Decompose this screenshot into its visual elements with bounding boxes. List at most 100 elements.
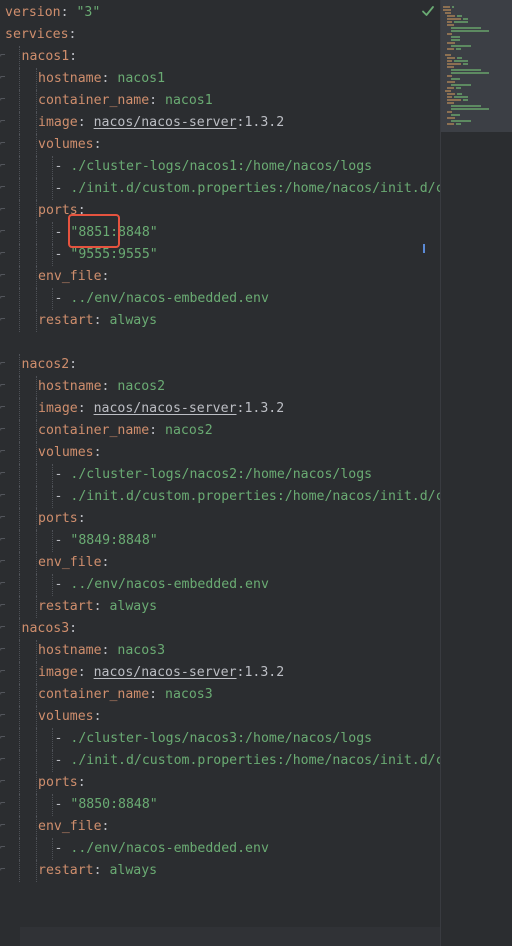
code-line[interactable]: version: "3" (0, 2, 440, 24)
image-link[interactable]: nacos/nacos-server (94, 115, 237, 130)
line-content: container_name: nacos1 (38, 90, 213, 112)
code-line[interactable]: ⌐ restart: always (0, 596, 440, 618)
code-line[interactable]: ⌐ - "8850:8848" (0, 794, 440, 816)
fold-marker-icon[interactable]: ⌐ (0, 514, 6, 523)
minimap-line (447, 93, 455, 95)
line-content: restart: always (38, 860, 157, 882)
minimap-line (452, 6, 455, 8)
fold-marker-icon[interactable]: ⌐ (0, 272, 6, 281)
fold-marker-icon[interactable]: ⌐ (0, 448, 6, 457)
check-icon[interactable] (421, 4, 435, 18)
code-line[interactable]: ⌐ container_name: nacos1 (0, 90, 440, 112)
fold-marker-icon[interactable]: ⌐ (0, 822, 6, 831)
code-line[interactable]: ⌐ - ./init.d/custom.properties:/home/naco… (0, 486, 440, 508)
yaml-key: volumes (38, 445, 94, 460)
horizontal-scrollbar[interactable] (20, 927, 440, 946)
code-line[interactable]: ⌐ image: nacos/nacos-server:1.3.2 (0, 112, 440, 134)
yaml-separator: : (101, 71, 118, 86)
code-area[interactable]: version: "3" services: ⌐ nacos1: ⌐ hostname: … (0, 2, 440, 942)
code-line[interactable]: ⌐ env_file: (0, 816, 440, 838)
yaml-separator: : (68, 27, 77, 42)
code-line[interactable]: ⌐ hostname: nacos1 (0, 68, 440, 90)
code-line[interactable]: services: (0, 24, 440, 46)
fold-marker-icon[interactable]: ⌐ (0, 690, 6, 699)
code-line[interactable]: ⌐ ports: (0, 200, 440, 222)
code-line[interactable]: ⌐ nacos1: (0, 46, 440, 68)
fold-marker-icon[interactable]: ⌐ (0, 844, 6, 853)
minimap[interactable] (440, 0, 512, 946)
code-line[interactable]: ⌐ - ./init.d/custom.properties:/home/naco… (0, 750, 440, 772)
fold-marker-icon[interactable]: ⌐ (0, 426, 6, 435)
yaml-key: nacos1 (21, 49, 70, 64)
code-line[interactable]: ⌐ hostname: nacos3 (0, 640, 440, 662)
fold-marker-icon[interactable]: ⌐ (0, 118, 6, 127)
code-line[interactable]: ⌐ - "8849:8848" (0, 530, 440, 552)
fold-marker-icon[interactable]: ⌐ (0, 624, 6, 633)
fold-marker-icon[interactable]: ⌐ (0, 866, 6, 875)
code-line[interactable]: ⌐ volumes: (0, 706, 440, 728)
code-line[interactable]: ⌐ - ./cluster-logs/nacos1:/home/nacos/log… (0, 156, 440, 178)
yaml-key: ports (38, 511, 78, 526)
line-content: image: nacos/nacos-server:1.3.2 (38, 662, 284, 684)
code-line[interactable]: ⌐ - ../env/nacos-embedded.env (0, 838, 440, 860)
code-line[interactable]: ⌐ ports: (0, 772, 440, 794)
code-line[interactable]: ⌐ env_file: (0, 266, 440, 288)
fold-marker-icon[interactable]: ⌐ (0, 778, 6, 787)
fold-marker-icon[interactable]: ⌐ (0, 580, 6, 589)
code-line[interactable]: ⌐ nacos2: (0, 354, 440, 376)
code-line[interactable]: ⌐ hostname: nacos2 (0, 376, 440, 398)
fold-marker-icon[interactable]: ⌐ (0, 96, 6, 105)
code-line[interactable]: ⌐ ports: (0, 508, 440, 530)
code-line[interactable]: ⌐ image: nacos/nacos-server:1.3.2 (0, 398, 440, 420)
code-line[interactable] (0, 332, 440, 354)
image-link[interactable]: nacos/nacos-server (94, 665, 237, 680)
fold-marker-icon[interactable]: ⌐ (0, 602, 6, 611)
fold-marker-icon[interactable]: ⌐ (0, 382, 6, 391)
fold-marker-icon[interactable]: ⌐ (0, 800, 6, 809)
fold-marker-icon[interactable]: ⌐ (0, 712, 6, 721)
fold-marker-icon[interactable]: ⌐ (0, 228, 6, 237)
code-line[interactable]: ⌐ - "8851:8848" (0, 222, 440, 244)
code-line[interactable]: ⌐ - ../env/nacos-embedded.env (0, 288, 440, 310)
code-line[interactable]: ⌐ - "9555:9555" (0, 244, 440, 266)
fold-marker-icon[interactable]: ⌐ (0, 404, 6, 413)
fold-marker-icon[interactable]: ⌐ (0, 184, 6, 193)
code-line[interactable]: ⌐ env_file: (0, 552, 440, 574)
code-line[interactable]: ⌐ - ./init.d/custom.properties:/home/naco… (0, 178, 440, 200)
yaml-separator: : (93, 313, 110, 328)
code-line[interactable]: ⌐ volumes: (0, 442, 440, 464)
code-line[interactable]: ⌐ container_name: nacos2 (0, 420, 440, 442)
code-line[interactable]: ⌐ container_name: nacos3 (0, 684, 440, 706)
code-line[interactable]: ⌐ - ./cluster-logs/nacos2:/home/nacos/log… (0, 464, 440, 486)
code-line[interactable]: ⌐ - ../env/nacos-embedded.env (0, 574, 440, 596)
code-line[interactable]: ⌐ volumes: (0, 134, 440, 156)
code-line[interactable]: ⌐ image: nacos/nacos-server:1.3.2 (0, 662, 440, 684)
fold-marker-icon[interactable]: ⌐ (0, 668, 6, 677)
fold-marker-icon[interactable]: ⌐ (0, 206, 6, 215)
fold-marker-icon[interactable]: ⌐ (0, 316, 6, 325)
code-editor[interactable]: version: "3" services: ⌐ nacos1: ⌐ hostname: … (0, 0, 512, 946)
fold-marker-icon[interactable]: ⌐ (0, 52, 6, 61)
fold-marker-icon[interactable]: ⌐ (0, 492, 6, 501)
fold-marker-icon[interactable]: ⌐ (0, 646, 6, 655)
fold-marker-icon[interactable]: ⌐ (0, 294, 6, 303)
image-link[interactable]: nacos/nacos-server (94, 401, 237, 416)
minimap-line (447, 111, 452, 113)
fold-marker-icon[interactable]: ⌐ (0, 140, 6, 149)
code-line[interactable]: ⌐ restart: always (0, 310, 440, 332)
fold-marker-icon[interactable]: ⌐ (0, 162, 6, 171)
fold-marker-icon[interactable]: ⌐ (0, 470, 6, 479)
fold-marker-icon[interactable]: ⌐ (0, 756, 6, 765)
code-line[interactable]: ⌐ restart: always (0, 860, 440, 882)
yaml-key: volumes (38, 709, 94, 724)
code-line[interactable]: ⌐ - ./cluster-logs/nacos3:/home/nacos/log… (0, 728, 440, 750)
fold-marker-icon[interactable]: ⌐ (0, 360, 6, 369)
fold-marker-icon[interactable]: ⌐ (0, 74, 6, 83)
fold-marker-icon[interactable]: ⌐ (0, 558, 6, 567)
fold-marker-icon[interactable]: ⌐ (0, 536, 6, 545)
fold-marker-icon[interactable]: ⌐ (0, 250, 6, 259)
yaml-separator: : (93, 599, 110, 614)
code-line[interactable]: ⌐ nacos3: (0, 618, 440, 640)
line-content: ports: (38, 772, 86, 794)
fold-marker-icon[interactable]: ⌐ (0, 734, 6, 743)
